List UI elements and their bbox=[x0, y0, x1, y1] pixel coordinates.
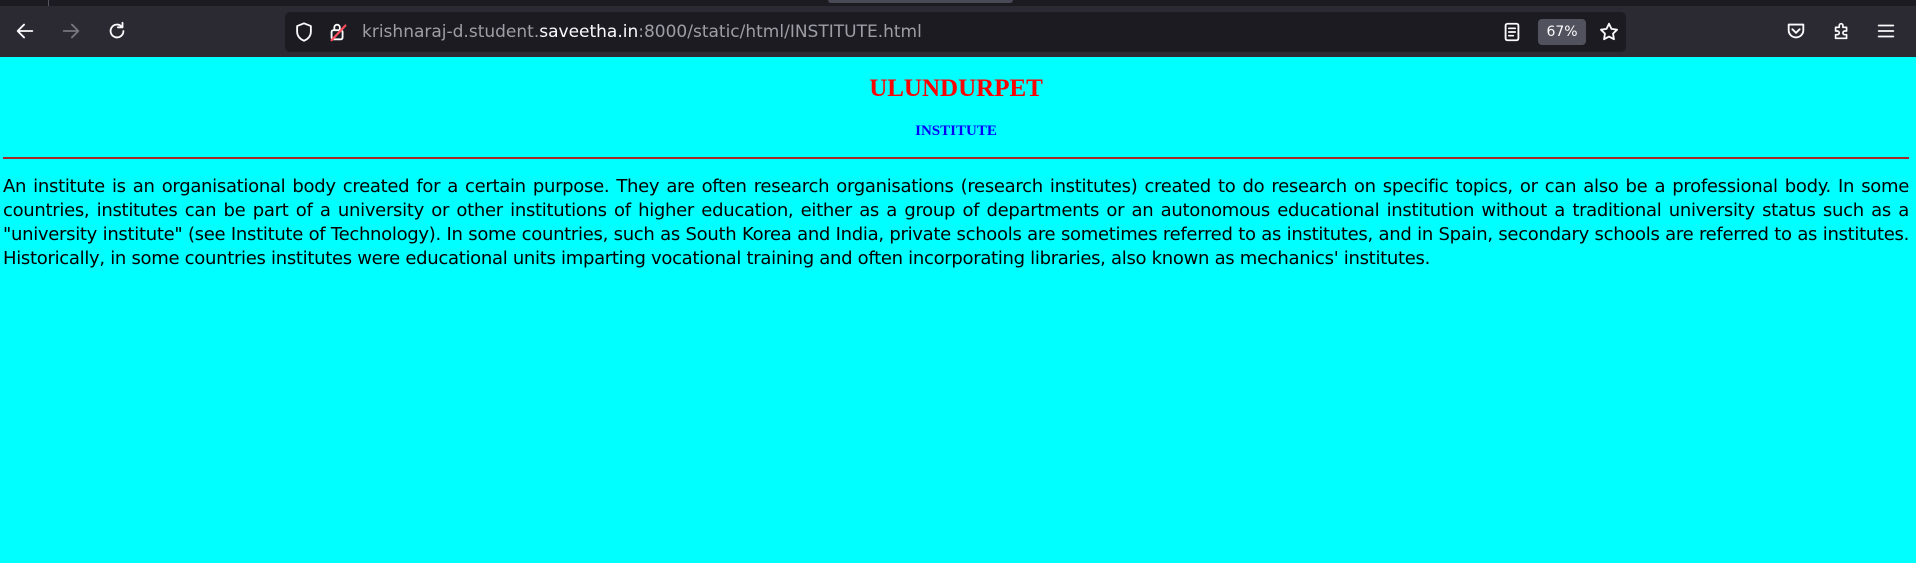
browser-toolbar: krishnaraj-d.student.saveetha.in:8000/st… bbox=[0, 0, 1916, 57]
url-prefix: krishnaraj-d.student. bbox=[362, 22, 540, 42]
reader-view-icon[interactable] bbox=[1501, 21, 1523, 43]
zoom-level-button[interactable]: 67% bbox=[1538, 19, 1586, 45]
extensions-button[interactable] bbox=[1825, 14, 1859, 48]
hamburger-menu-icon bbox=[1877, 24, 1895, 38]
page-content: ULUNDURPET INSTITUTE An institute is an … bbox=[0, 57, 1916, 563]
pocket-button[interactable] bbox=[1779, 14, 1813, 48]
url-host: saveetha.in bbox=[539, 22, 639, 42]
star-icon[interactable] bbox=[1598, 21, 1620, 43]
active-tab-indicator[interactable] bbox=[828, 0, 1013, 3]
body-paragraph: An institute is an organisational body c… bbox=[3, 176, 1909, 269]
reload-button[interactable] bbox=[100, 14, 134, 48]
forward-button[interactable] bbox=[54, 14, 88, 48]
app-menu-button[interactable] bbox=[1869, 14, 1903, 48]
horizontal-rule bbox=[3, 157, 1909, 159]
arrow-left-icon bbox=[16, 23, 34, 39]
url-text[interactable]: krishnaraj-d.student.saveetha.in:8000/st… bbox=[362, 12, 922, 52]
page-title: ULUNDURPET bbox=[869, 75, 1043, 102]
tab-separator bbox=[48, 0, 49, 6]
arrow-right-icon bbox=[62, 23, 80, 39]
shield-icon[interactable] bbox=[293, 21, 315, 43]
lock-warning-icon[interactable] bbox=[327, 21, 349, 43]
address-bar[interactable]: krishnaraj-d.student.saveetha.in:8000/st… bbox=[285, 12, 1626, 52]
url-suffix: :8000/static/html/INSTITUTE.html bbox=[638, 22, 922, 42]
pocket-icon bbox=[1787, 23, 1805, 39]
reload-icon bbox=[109, 21, 125, 39]
page-subtitle: INSTITUTE bbox=[915, 123, 997, 139]
puzzle-icon bbox=[1834, 22, 1848, 40]
back-button[interactable] bbox=[8, 14, 42, 48]
